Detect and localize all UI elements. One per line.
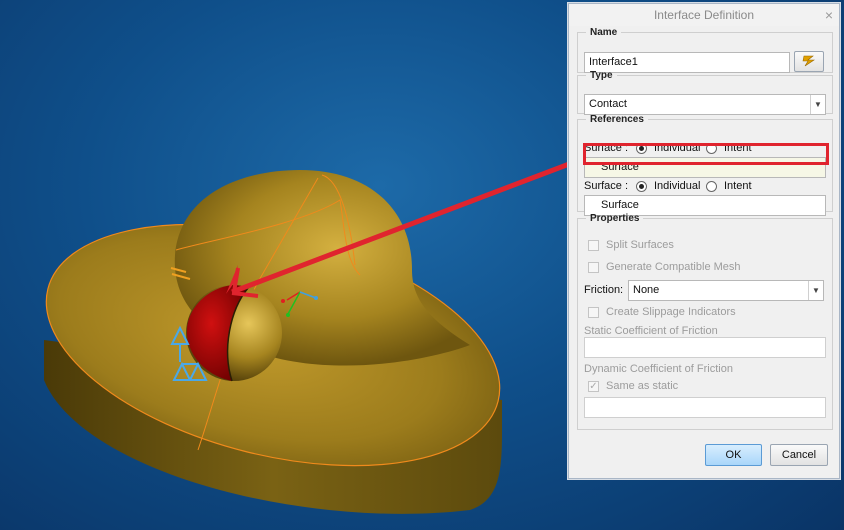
ok-button[interactable]: OK bbox=[705, 444, 762, 466]
chevron-down-icon[interactable]: ▼ bbox=[808, 281, 823, 300]
same-as-static-checkbox[interactable]: ✓ bbox=[588, 381, 599, 392]
properties-legend: Properties bbox=[590, 213, 640, 224]
surface1-individual-radio[interactable] bbox=[636, 143, 647, 154]
surface2-intent-label: Intent bbox=[724, 180, 752, 192]
close-icon[interactable]: × bbox=[825, 4, 833, 26]
lightning-icon bbox=[802, 55, 815, 67]
name-action-button[interactable] bbox=[794, 51, 824, 72]
references-legend: References bbox=[590, 114, 644, 125]
surface2-label: Surface : bbox=[584, 180, 629, 192]
friction-label: Friction: bbox=[584, 284, 624, 296]
surface1-intent-label: Intent bbox=[724, 142, 752, 154]
dialog-title: Interface Definition bbox=[653, 8, 755, 22]
same-as-static-label: Same as static bbox=[606, 380, 679, 392]
static-friction-input[interactable] bbox=[584, 337, 826, 358]
surface1-label: Surface : bbox=[584, 142, 629, 154]
type-legend: Type bbox=[590, 70, 613, 81]
type-select-value: Contact bbox=[589, 98, 627, 110]
surface2-individual-radio[interactable] bbox=[636, 181, 647, 192]
surface2-individual-label: Individual bbox=[654, 180, 701, 192]
interface-definition-dialog: Interface Definition × Name Interface1 T… bbox=[568, 3, 840, 479]
surface2-intent-radio[interactable] bbox=[706, 181, 717, 192]
cancel-button[interactable]: Cancel bbox=[770, 444, 828, 466]
dynamic-friction-label: Dynamic Coefficient of Friction bbox=[584, 363, 733, 375]
slippage-label: Create Slippage Indicators bbox=[606, 306, 736, 318]
slippage-checkbox[interactable] bbox=[588, 307, 599, 318]
dialog-titlebar: Interface Definition × bbox=[569, 4, 839, 26]
surface1-individual-label: Individual bbox=[654, 142, 701, 154]
properties-group: Properties Split Surfaces Generate Compa… bbox=[577, 213, 833, 430]
split-surfaces-label: Split Surfaces bbox=[606, 239, 674, 251]
chevron-down-icon[interactable]: ▼ bbox=[810, 95, 825, 114]
dynamic-friction-input[interactable] bbox=[584, 397, 826, 418]
type-select[interactable]: Contact ▼ bbox=[584, 94, 826, 115]
name-legend: Name bbox=[590, 27, 618, 38]
split-surfaces-checkbox[interactable] bbox=[588, 240, 599, 251]
generate-mesh-checkbox[interactable] bbox=[588, 262, 599, 273]
references-group: References Surface : Individual Intent S… bbox=[577, 114, 833, 216]
static-friction-label: Static Coefficient of Friction bbox=[584, 325, 718, 337]
friction-select[interactable]: None ▼ bbox=[628, 280, 824, 301]
type-group: Type Contact ▼ bbox=[577, 70, 833, 115]
surface1-collector[interactable]: Surface bbox=[584, 157, 826, 178]
name-group: Name Interface1 bbox=[577, 27, 833, 73]
generate-mesh-label: Generate Compatible Mesh bbox=[606, 261, 741, 273]
surface1-intent-radio[interactable] bbox=[706, 143, 717, 154]
friction-select-value: None bbox=[633, 284, 660, 296]
